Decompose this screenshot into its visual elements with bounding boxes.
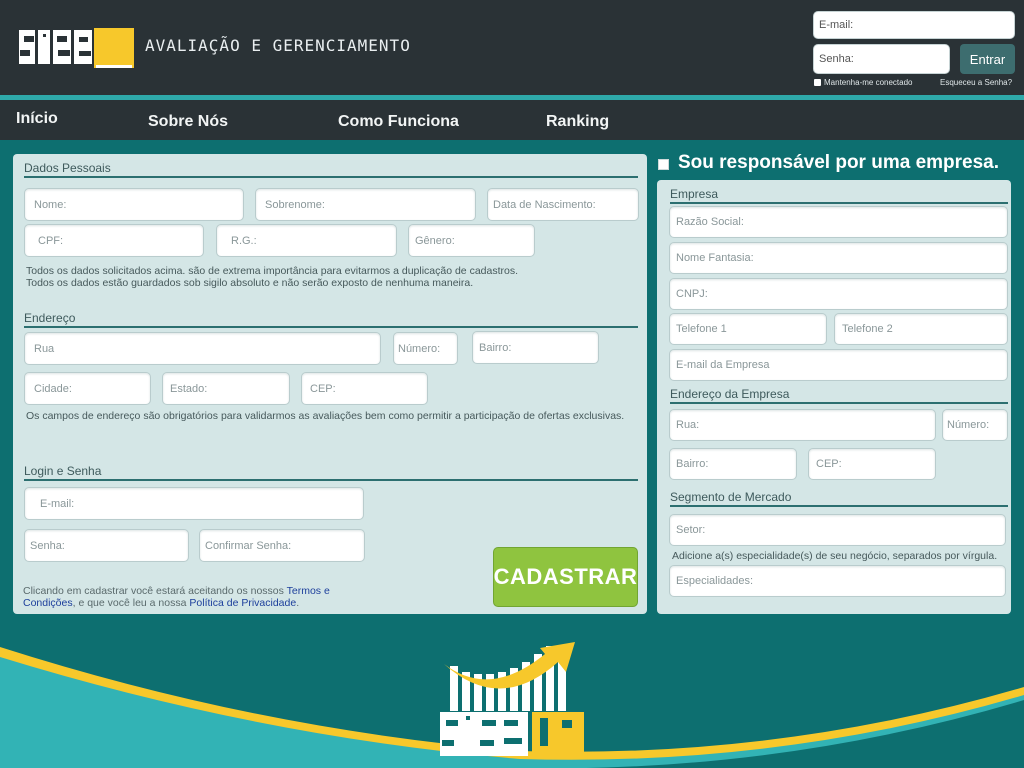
street-input[interactable]: Rua [24,332,381,365]
specialties-input[interactable]: Especialidades: [669,565,1006,597]
section-title-market: Segmento de Mercado [670,490,1008,507]
register-email-input[interactable]: E-mail: [24,487,364,520]
company-checkbox[interactable] [658,159,669,170]
sizeup-logo[interactable] [18,24,136,70]
number-input[interactable]: Número: [393,332,458,365]
section-title-login: Login e Senha [24,464,638,481]
city-input[interactable]: Cidade: [24,372,151,405]
keep-connected-label: Mantenha-me conectado [824,78,913,87]
phone2-input[interactable]: Telefone 2 [834,313,1008,345]
company-name-input[interactable]: Razão Social: [669,206,1008,238]
company-street-input[interactable]: Rua: [669,409,936,441]
company-checkbox-label: Sou responsável por uma empresa. [678,152,1000,173]
register-password-input[interactable]: Senha: [24,529,189,562]
sector-select[interactable]: Setor: [669,514,1006,546]
nav-item-sobre-nos[interactable]: Sobre Nós [148,113,228,131]
company-email-input[interactable]: E-mail da Empresa [669,349,1008,381]
nav-item-inicio[interactable]: Início [16,110,58,128]
company-cep-input[interactable]: CEP: [808,448,936,480]
terms-line-1: Clicando em cadastrar você estará aceita… [23,585,330,597]
personal-note-2: Todos os dados estão guardados sob sigil… [26,277,474,289]
section-title-company-address: Endereço da Empresa [670,387,1008,404]
trade-name-input[interactable]: Nome Fantasia: [669,242,1008,274]
nav-item-ranking[interactable]: Ranking [546,113,609,131]
section-title-address: Endereço [24,311,638,328]
terms-link-cont[interactable]: Condições [23,597,73,609]
cep-input[interactable]: CEP: [301,372,428,405]
state-select[interactable]: Estado: [162,372,290,405]
terms-link[interactable]: Termos e [287,585,330,597]
confirm-password-input[interactable]: Confirmar Senha: [199,529,365,562]
privacy-link[interactable]: Política de Privacidade [189,597,296,609]
keep-connected-checkbox[interactable] [814,79,821,86]
footer-sizeup-logo [440,642,584,756]
birth-date-input[interactable]: Data de Nascimento: [487,188,639,221]
personal-note-1: Todos os dados solicitados acima. são de… [26,265,519,277]
address-note: Os campos de endereço são obrigatórios p… [26,410,625,422]
nav-item-como-funciona[interactable]: Como Funciona [338,113,459,131]
specialties-hint: Adicione a(s) especialidade(s) de seu ne… [672,550,998,562]
first-name-input[interactable]: Nome: [24,188,244,221]
tagline: AVALIAÇÃO E GERENCIAMENTO [145,36,411,55]
gender-select[interactable]: Gênero: [408,224,535,257]
login-password-input[interactable]: Senha: [813,44,950,74]
company-number-input[interactable]: Número: [942,409,1008,441]
cpf-input[interactable]: CPF: [24,224,204,257]
login-email-input[interactable]: E-mail: [813,11,1015,39]
register-button[interactable]: CADASTRAR [493,547,638,607]
terms-line-2: Condições, e que você leu a nossa Políti… [23,597,300,609]
last-name-input[interactable]: Sobrenome: [255,188,476,221]
section-title-company: Empresa [670,187,1008,204]
cnpj-input[interactable]: CNPJ: [669,278,1008,310]
phone1-input[interactable]: Telefone 1 [669,313,827,345]
neighborhood-input[interactable]: Bairro: [472,331,599,364]
section-title-personal: Dados Pessoais [24,161,638,178]
rg-input[interactable]: R.G.: [216,224,397,257]
forgot-password-link[interactable]: Esqueceu a Senha? [940,78,1012,87]
login-button[interactable]: Entrar [960,44,1015,74]
company-neighborhood-input[interactable]: Bairro: [669,448,797,480]
